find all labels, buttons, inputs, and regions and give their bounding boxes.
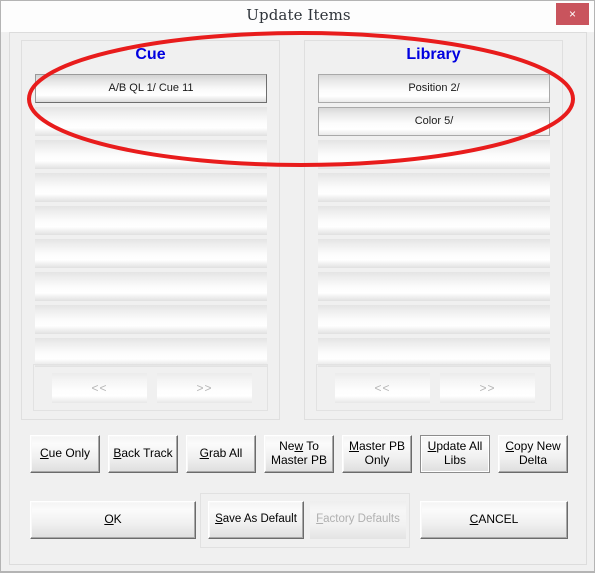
library-slot-6[interactable] [318, 239, 550, 268]
cue-slot-4[interactable] [35, 173, 267, 202]
update-items-window: Update Items × Cue A/B QL 1/ Cue 11 << >… [0, 0, 595, 573]
dialog-client-area: Cue A/B QL 1/ Cue 11 << >> Library Posit… [9, 32, 587, 565]
cue-panel-title: Cue [135, 46, 166, 63]
save-as-default-button[interactable]: Save As Default [208, 501, 304, 539]
cue-nav-frame: << >> [33, 364, 268, 411]
update-all-libs-button[interactable]: Update All Libs [420, 435, 490, 473]
cue-next-page-button[interactable]: >> [157, 373, 252, 403]
new-to-master-pb-button[interactable]: New To Master PB [264, 435, 334, 473]
action-button-row: Cue Only Back Track Grab All New To Maste… [10, 429, 588, 477]
cue-slot-5[interactable] [35, 206, 267, 235]
cue-slot-7[interactable] [35, 272, 267, 301]
library-slot-9[interactable] [318, 338, 550, 367]
library-panel: Library Position 2/ Color 5/ << >> [304, 40, 563, 420]
cue-slot-8[interactable] [35, 305, 267, 334]
library-slot-3[interactable] [318, 140, 550, 169]
library-prev-page-button[interactable]: << [335, 373, 430, 403]
close-icon[interactable]: × [556, 3, 589, 25]
cue-prev-page-button[interactable]: << [52, 373, 147, 403]
ok-button[interactable]: OK [30, 501, 196, 539]
title-bar: Update Items × [1, 1, 594, 32]
cue-slot-3[interactable] [35, 140, 267, 169]
back-track-button[interactable]: Back Track [108, 435, 178, 473]
library-slot-2[interactable]: Color 5/ [318, 107, 550, 136]
library-next-page-button[interactable]: >> [440, 373, 535, 403]
factory-defaults-button: Factory Defaults [310, 501, 406, 539]
library-slot-8[interactable] [318, 305, 550, 334]
library-slot-5[interactable] [318, 206, 550, 235]
library-slot-7[interactable] [318, 272, 550, 301]
cue-slot-2[interactable] [35, 107, 267, 136]
cue-panel: Cue A/B QL 1/ Cue 11 << >> [21, 40, 280, 420]
cue-slot-9[interactable] [35, 338, 267, 367]
library-nav-frame: << >> [316, 364, 551, 411]
cue-slot-list: A/B QL 1/ Cue 11 [35, 74, 267, 371]
window-title: Update Items [246, 6, 351, 24]
library-slot-1[interactable]: Position 2/ [318, 74, 550, 103]
grab-all-button[interactable]: Grab All [186, 435, 256, 473]
cancel-button[interactable]: CANCEL [420, 501, 568, 539]
dialog-bottom-row: OK Save As Default Factory Defaults CANC… [10, 491, 588, 559]
master-pb-only-button[interactable]: Master PB Only [342, 435, 412, 473]
copy-new-delta-button[interactable]: Copy New Delta [498, 435, 568, 473]
cue-only-button[interactable]: Cue Only [30, 435, 100, 473]
library-slot-4[interactable] [318, 173, 550, 202]
cue-slot-1[interactable]: A/B QL 1/ Cue 11 [35, 74, 267, 103]
library-slot-list: Position 2/ Color 5/ [318, 74, 550, 371]
cue-slot-6[interactable] [35, 239, 267, 268]
library-panel-title: Library [406, 46, 461, 63]
